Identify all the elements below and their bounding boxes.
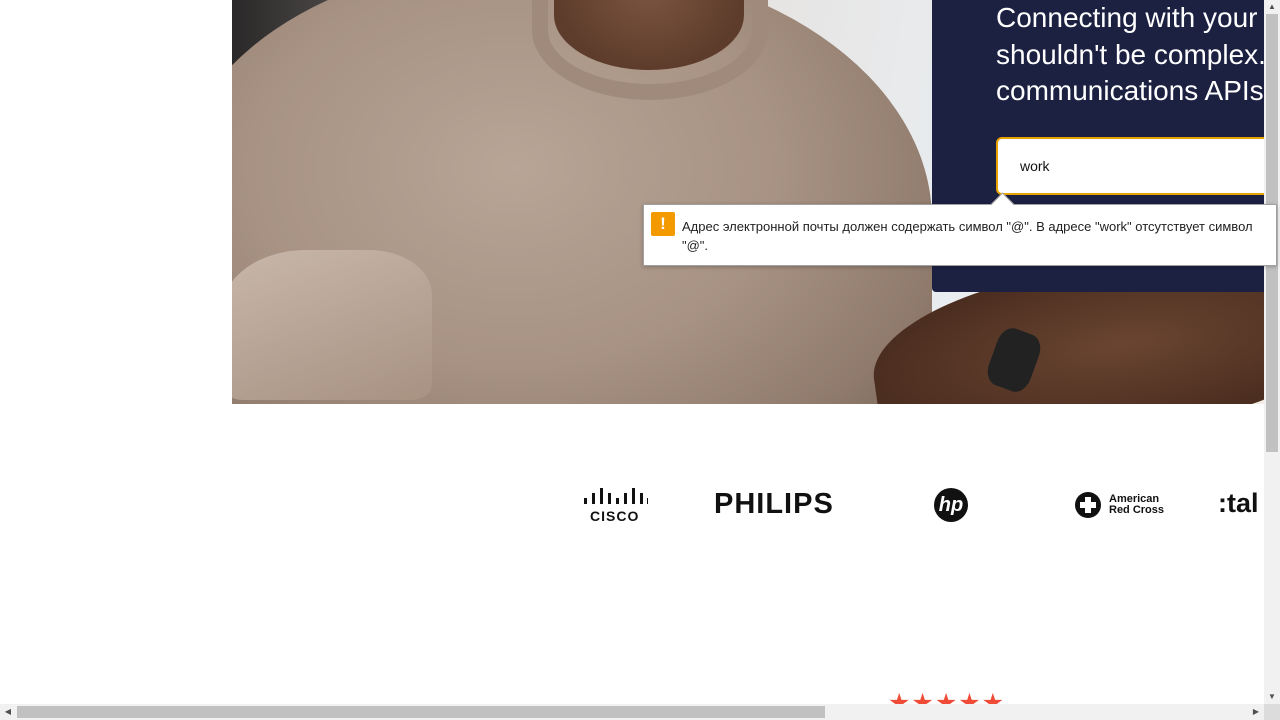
philips-logo: PHILIPS [714,488,834,520]
scroll-left-icon[interactable]: ◀ [0,704,16,720]
rating-stars: ★★★★★ [888,689,1006,704]
scroll-right-icon[interactable]: ▶ [1248,704,1264,720]
talkdesk-logo: :tal [1218,488,1259,518]
hp-logo: hp [934,488,968,522]
scroll-up-icon[interactable]: ▲ [1264,0,1280,14]
hero-heading: Connecting with your shouldn't be comple… [996,0,1264,110]
hero-heading-line-3: communications APIs [996,75,1264,106]
red-cross-name: American Red Cross [1109,494,1189,516]
hero-photo-sleeve [232,250,432,400]
red-cross-name-line-2: Red Cross [1109,504,1165,516]
cisco-logo-text: CISCO [590,508,640,524]
scrollbar-corner [1264,704,1280,720]
hero-heading-line-1: Connecting with your [996,2,1258,33]
american-red-cross-logo: American Red Cross [1075,492,1175,522]
email-validation-tooltip: ! Адрес электронной почты должен содержа… [643,192,1277,266]
cisco-logo-bars [584,488,648,504]
hero-heading-line-2: shouldn't be complex. [996,38,1264,70]
horizontal-scrollbar[interactable]: ◀ ▶ [0,704,1264,720]
page-viewport: Connecting with your shouldn't be comple… [0,0,1264,704]
customer-logos: CISCO PHILIPS hp American Red Cross :tal [0,470,1264,540]
scroll-down-icon[interactable]: ▼ [1264,690,1280,704]
validation-message: Адрес электронной почты должен содержать… [682,219,1253,253]
cisco-logo: CISCO [584,488,648,524]
horizontal-scroll-thumb[interactable] [17,706,825,718]
vertical-scrollbar[interactable]: ▲ ▼ [1264,0,1280,704]
red-cross-icon [1075,492,1101,518]
email-input[interactable] [996,137,1264,195]
warning-icon: ! [651,212,675,236]
